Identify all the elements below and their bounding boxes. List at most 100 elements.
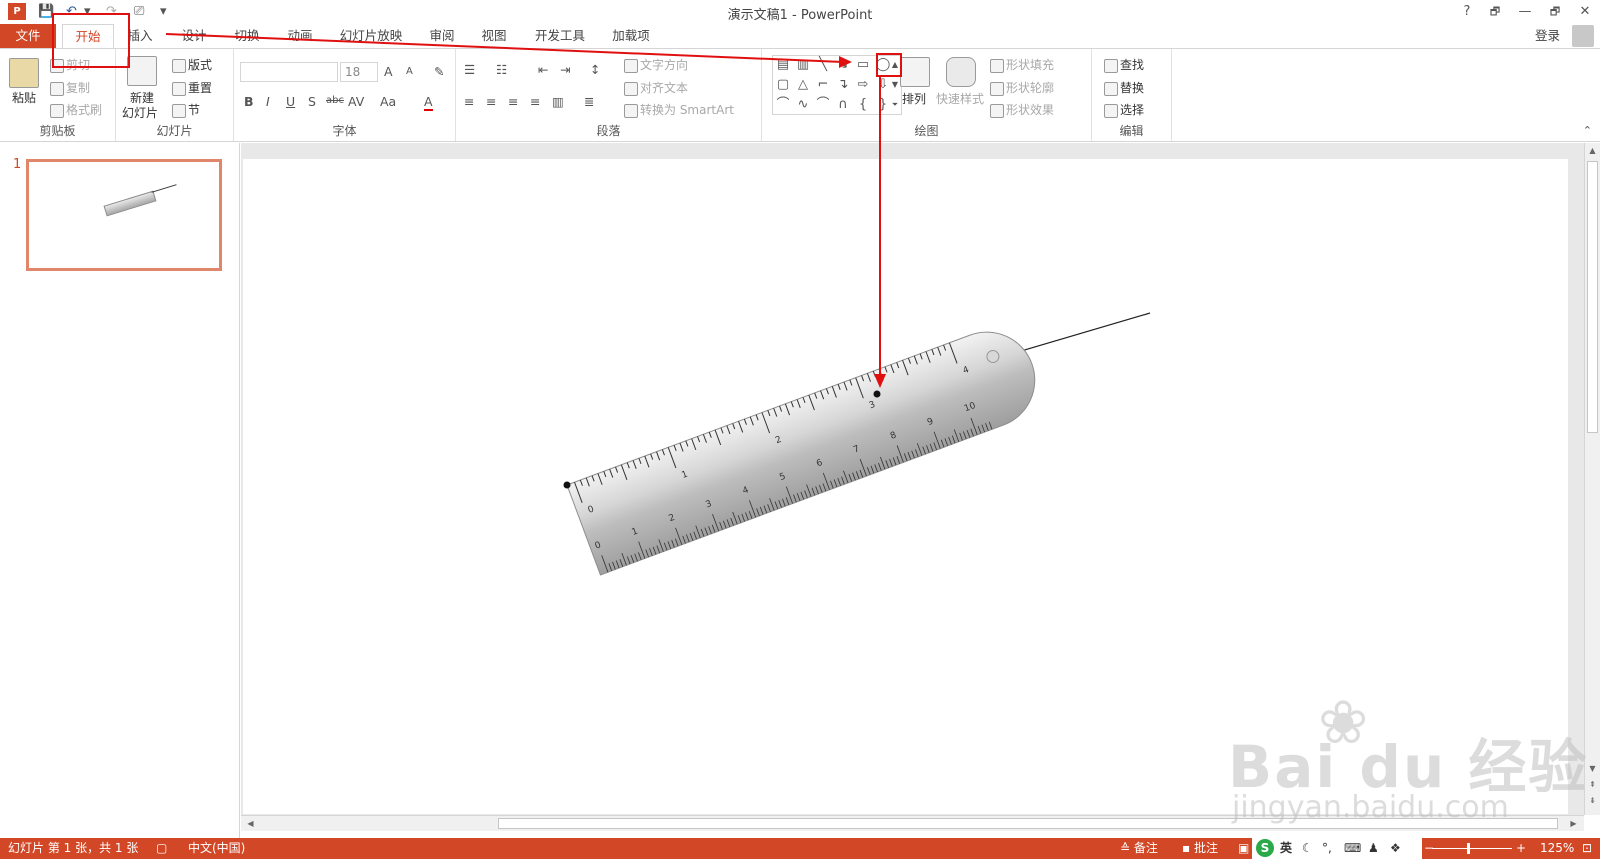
help-icon[interactable]: ? [1454,2,1480,22]
rectangle-shape-icon[interactable]: ▭ [855,58,871,72]
quick-styles-button[interactable]: 快速样式 [936,90,984,107]
login-link[interactable]: 登录 [1535,24,1560,48]
tab-file[interactable]: 文件 [0,24,56,48]
minimize-button[interactable]: — [1512,2,1538,22]
tab-design[interactable]: 设计 [172,24,216,48]
new-slide-button-line2[interactable]: 幻灯片 [122,104,158,121]
layout-button[interactable]: 版式 [172,56,212,73]
zoom-slider-thumb[interactable] [1467,843,1470,854]
replace-button[interactable]: 替换 [1104,79,1144,96]
zoom-in-icon[interactable]: + [1516,838,1526,859]
fit-slide-icon[interactable]: ⊡ [1582,838,1592,859]
vertical-scrollbar[interactable]: ▲ ▼ ⇞ ⇟ [1584,143,1600,815]
tab-addins[interactable]: 加载项 [606,24,656,48]
grid-icon[interactable]: ❖ [1390,838,1401,859]
keyboard-icon[interactable]: ⌨ [1344,838,1361,859]
vertical-scroll-thumb[interactable] [1587,161,1598,433]
slide-count[interactable]: 幻灯片 第 1 张，共 1 张 [8,838,138,859]
ribbon-display-icon[interactable]: 🗗 [1482,2,1508,22]
previous-slide-icon[interactable]: ⇞ [1587,779,1598,791]
right-arrow-shape-icon[interactable]: ⇨ [855,78,871,92]
char-spacing-button[interactable]: AV [348,94,364,109]
gallery-more-icon[interactable]: ⏷ [889,98,901,112]
paragraph-options-icon[interactable]: ≣ [584,94,594,109]
shape-outline-button[interactable]: 形状轮廓 [990,79,1054,96]
arrange-icon[interactable] [900,57,930,87]
tab-developer[interactable]: 开发工具 [530,24,590,48]
paste-button[interactable]: 粘贴 [12,89,36,106]
ime-logo-icon[interactable]: S [1256,839,1274,857]
elbow-connector-shape-icon[interactable]: ⌐ [815,78,831,92]
freeform-shape-icon[interactable]: ⌒ [775,98,791,112]
scroll-down-icon[interactable]: ▼ [1587,763,1598,775]
avatar[interactable] [1572,25,1594,47]
next-slide-icon[interactable]: ⇟ [1587,795,1598,807]
notes-button[interactable]: ≙ 备注 [1120,838,1158,859]
align-left-icon[interactable]: ≡ [464,94,474,109]
align-right-icon[interactable]: ≡ [508,94,518,109]
ime-language[interactable]: 英 [1280,838,1292,859]
copy-button[interactable]: 复制 [50,79,90,96]
textbox-shape-icon[interactable]: ▤ [775,58,791,72]
triangle-shape-icon[interactable]: △ [795,78,811,92]
moon-icon[interactable]: ☾ [1302,838,1313,859]
format-painter-button[interactable]: 格式刷 [50,101,102,118]
font-name-combo[interactable] [240,62,338,82]
line-shape-icon[interactable]: ╲ [815,58,831,72]
scroll-left-icon[interactable]: ◀ [245,818,256,830]
strikethrough-button[interactable]: abc [326,95,344,106]
shrink-font-button[interactable]: A [406,66,413,77]
justify-icon[interactable]: ≡ [530,94,540,109]
close-button[interactable]: ✕ [1572,2,1598,22]
reset-button[interactable]: 重置 [172,79,212,96]
slide-thumbnail[interactable] [26,159,222,271]
arrow-line-shape-icon[interactable]: ↘ [835,58,851,72]
left-brace-shape-icon[interactable]: { [855,98,871,112]
scribble-shape-icon[interactable]: ∿ [795,98,811,112]
elbow-arrow-shape-icon[interactable]: ↴ [835,78,851,92]
align-text-button[interactable]: 对齐文本 [624,79,688,96]
tab-transitions[interactable]: 切换 [225,24,269,48]
spelling-icon[interactable]: ▢ [156,838,167,859]
arrange-button[interactable]: 排列 [902,90,926,107]
restore-button[interactable]: 🗗 [1542,2,1568,22]
comments-button[interactable]: ▪ 批注 [1182,838,1218,859]
paste-icon[interactable] [9,58,39,88]
find-button[interactable]: 查找 [1104,56,1144,73]
collapse-ribbon-icon[interactable]: ⌃ [1583,124,1592,137]
vertical-textbox-shape-icon[interactable]: ▥ [795,58,811,72]
font-color-button[interactable]: A [424,94,433,111]
slide-canvas[interactable] [243,159,1568,814]
shape-effects-button[interactable]: 形状效果 [990,101,1054,118]
punctuation-icon[interactable]: °, [1322,838,1332,859]
rounded-rect-shape-icon[interactable]: ▢ [775,78,791,92]
smartart-button[interactable]: 转换为 SmartArt [624,101,734,118]
shadow-button[interactable]: S [308,94,316,109]
grow-font-button[interactable]: A [384,64,393,79]
select-button[interactable]: 选择 [1104,101,1144,118]
zoom-slider[interactable] [1432,848,1512,849]
curve-shape-icon[interactable]: ∩ [835,98,851,112]
clear-format-icon[interactable]: ✎ [434,64,444,79]
zoom-level[interactable]: 125% [1540,838,1574,859]
quick-styles-icon[interactable] [946,57,976,87]
tab-slideshow[interactable]: 幻灯片放映 [336,24,406,48]
line-spacing-icon[interactable]: ↕ [590,62,600,77]
user-icon[interactable]: ♟ [1368,838,1379,859]
normal-view-icon[interactable]: ▣ [1238,838,1249,859]
change-case-button[interactable]: Aa [380,94,396,109]
bullets-icon[interactable]: ☰ [464,62,475,77]
underline-button[interactable]: U [286,94,295,109]
scroll-right-icon[interactable]: ▶ [1568,818,1579,830]
scroll-up-icon[interactable]: ▲ [1587,145,1598,157]
bold-button[interactable]: B [244,94,254,109]
tab-animations[interactable]: 动画 [278,24,322,48]
tab-review[interactable]: 审阅 [420,24,464,48]
text-direction-button[interactable]: 文字方向 [624,56,688,73]
language-indicator[interactable]: 中文(中国) [188,838,245,859]
new-slide-icon[interactable] [127,56,157,86]
font-size-combo[interactable]: 18 [340,62,378,82]
increase-indent-icon[interactable]: ⇥ [560,62,570,77]
arc-shape-icon[interactable]: ⌒ [815,98,831,112]
tab-view[interactable]: 视图 [472,24,516,48]
